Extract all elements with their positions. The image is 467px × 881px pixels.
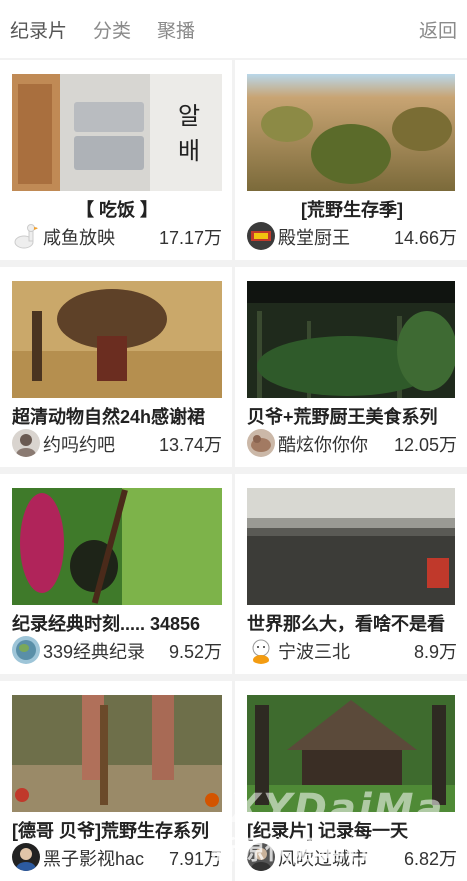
video-card[interactable]: 世界那么大，看啥不是看 宁波三北 8.9万 (235, 474, 467, 674)
video-meta: 宁波三北 8.9万 (247, 636, 457, 666)
video-thumbnail (12, 281, 222, 398)
uploader-name[interactable]: 殿堂厨王 (278, 224, 393, 250)
uploader-name[interactable]: 黑子影视hac (43, 845, 158, 871)
video-meta: 339经典纪录 9.52万 (12, 636, 222, 666)
video-title: 贝爷+荒野厨王美食系列 (247, 407, 438, 427)
top-navigation-bar: 纪录片 分类 聚播 返回 (0, 0, 467, 58)
video-meta: 风吹过城市 6.82万 (247, 843, 457, 873)
person-avatar-icon (247, 429, 275, 457)
goose-icon (12, 222, 40, 250)
globe-avatar-icon (12, 636, 40, 664)
video-title: 纪录经典时刻..... 34856 (12, 614, 201, 634)
view-count: 8.9万 (409, 638, 457, 664)
video-meta: 黑子影视hac 7.91万 (12, 843, 222, 873)
food-avatar-icon (247, 222, 275, 250)
uploader-name[interactable]: 约吗约吧 (43, 431, 158, 457)
view-count: 6.82万 (399, 845, 457, 871)
back-button[interactable]: 返回 (419, 16, 457, 43)
view-count: 12.05万 (389, 431, 457, 457)
video-title: 世界那么大，看啥不是看 (247, 614, 445, 634)
video-card[interactable]: [纪录片] 记录每一天 风吹过城市 6.82万 (235, 681, 467, 881)
video-card[interactable]: 超清动物自然24h感谢裙 约吗约吧 13.74万 (0, 267, 232, 467)
video-meta: 酷炫你你你 12.05万 (247, 429, 457, 459)
view-count: 7.91万 (164, 845, 222, 871)
view-count: 14.66万 (389, 224, 457, 250)
video-thumbnail: 알배 (12, 74, 222, 191)
video-title: [纪录片] 记录每一天 (247, 821, 408, 841)
video-card[interactable]: 纪录经典时刻..... 34856 339经典纪录 9.52万 (0, 474, 232, 674)
uploader-name[interactable]: 339经典纪录 (43, 638, 158, 664)
uploader-name[interactable]: 咸鱼放映 (43, 224, 158, 250)
video-meta: 约吗约吧 13.74万 (12, 429, 222, 459)
view-count: 13.74万 (154, 431, 222, 457)
video-thumbnail (247, 281, 455, 398)
cartoon-avatar-icon (247, 636, 275, 664)
video-title: 【 吃饭 】 (75, 200, 158, 220)
tab-aggregate[interactable]: 聚播 (157, 16, 195, 43)
view-count: 17.17万 (154, 224, 222, 250)
video-title: 超清动物自然24h感谢裙 (12, 407, 206, 427)
video-meta: 殿堂厨王 14.66万 (247, 222, 457, 252)
video-thumbnail (12, 488, 222, 605)
video-meta: 咸鱼放映 17.17万 (12, 222, 222, 252)
video-thumbnail (12, 695, 222, 812)
video-thumbnail (247, 488, 455, 605)
video-title: [荒野生存季] (301, 200, 403, 220)
video-thumbnail (247, 695, 455, 812)
uploader-name[interactable]: 风吹过城市 (278, 845, 393, 871)
video-card[interactable]: 알배 【 吃饭 】 咸鱼放映 17.17万 (0, 60, 232, 260)
person-avatar-icon (12, 429, 40, 457)
uploader-name[interactable]: 宁波三北 (278, 638, 393, 664)
uploader-name[interactable]: 酷炫你你你 (278, 431, 393, 457)
video-card[interactable]: [德哥 贝爷]荒野生存系列 黑子影视hac 7.91万 (0, 681, 232, 881)
tab-documentary[interactable]: 纪录片 (10, 16, 67, 43)
video-card[interactable]: 贝爷+荒野厨王美食系列 酷炫你你你 12.05万 (235, 267, 467, 467)
video-grid: 알배 【 吃饭 】 咸鱼放映 17.17万 [荒野生存季] 殿堂厨王 14.66… (0, 60, 467, 881)
video-title: [德哥 贝爷]荒野生存系列 (12, 821, 209, 841)
view-count: 9.52万 (164, 638, 222, 664)
video-thumbnail (247, 74, 455, 191)
thumbnail-overlay-text: 알배 (178, 103, 201, 165)
tab-category[interactable]: 分类 (93, 16, 131, 43)
video-card[interactable]: [荒野生存季] 殿堂厨王 14.66万 (235, 60, 467, 260)
